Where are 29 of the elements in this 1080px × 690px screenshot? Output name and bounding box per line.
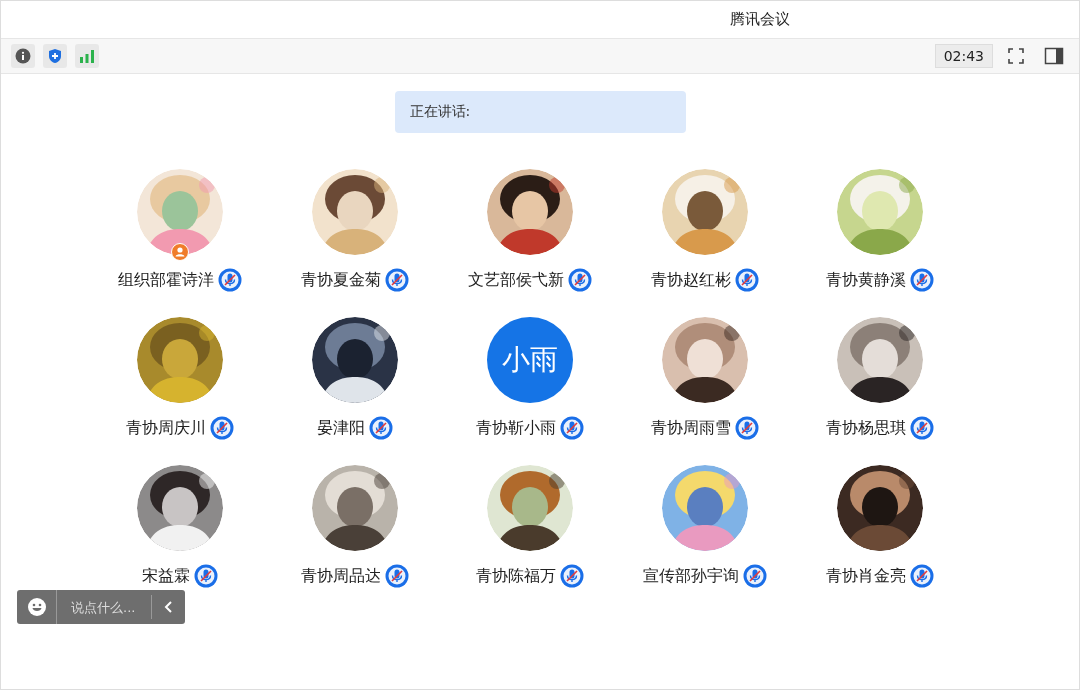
info-icon [15, 48, 31, 64]
window-title: 腾讯会议 [730, 10, 790, 29]
participant-name: 宋益霖 [142, 565, 190, 587]
participant-name: 组织部霍诗洋 [118, 269, 214, 291]
shield-icon [47, 48, 63, 64]
security-button[interactable] [43, 44, 67, 68]
avatar-initials: 小雨 [487, 317, 573, 403]
side-panel-icon [1044, 47, 1064, 65]
smiley-icon [26, 597, 47, 617]
participant-name: 青协周庆川 [126, 417, 206, 439]
participant-name: 青协周品达 [301, 565, 381, 587]
participant-name: 文艺部侯弋新 [468, 269, 564, 291]
info-button[interactable] [11, 44, 35, 68]
participant-name: 青协赵红彬 [651, 269, 731, 291]
participant-name: 青协肖金亮 [826, 565, 906, 587]
chevron-left-icon [162, 600, 173, 614]
signal-icon [79, 49, 95, 63]
speaking-label: 正在讲话: [409, 103, 471, 121]
chat-bar[interactable]: 说点什么... [17, 590, 185, 624]
participant-name: 青协黄静溪 [826, 269, 906, 291]
participant-name: 青协夏金菊 [301, 269, 381, 291]
participant-name: 青协周雨雪 [651, 417, 731, 439]
fullscreen-icon [1007, 47, 1025, 65]
meeting-timer: 02:43 [934, 44, 993, 68]
participant-name: 晏津阳 [317, 417, 365, 439]
participant-name: 青协陈福万 [476, 565, 556, 587]
participant-name: 宣传部孙宇询 [643, 565, 739, 587]
participant-name: 青协靳小雨 [476, 417, 556, 439]
participant-name: 青协杨思琪 [826, 417, 906, 439]
